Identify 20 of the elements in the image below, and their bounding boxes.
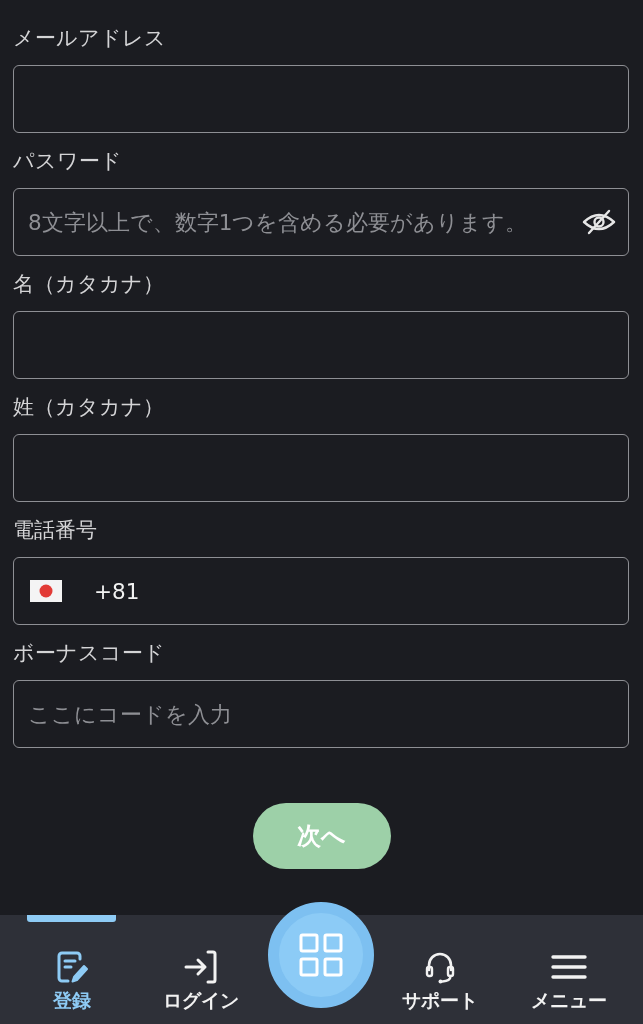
field-label: ボーナスコード	[13, 640, 165, 667]
field-label: パスワード	[13, 148, 122, 175]
email-field[interactable]	[13, 65, 629, 133]
register-tab[interactable]: 登録	[10, 915, 134, 1024]
input-field[interactable]: ここにコードを入力	[13, 680, 629, 748]
login-arrow-icon	[182, 949, 219, 985]
field-label: 姓（カタカナ）	[13, 394, 164, 421]
field-label: 名（カタカナ）	[13, 271, 164, 298]
grid-icon	[298, 933, 343, 977]
field-label: 電話番号	[13, 517, 97, 544]
input-field[interactable]	[13, 311, 629, 379]
menu-tab[interactable]: メニュー	[507, 915, 631, 1024]
field-label: メールアドレス	[13, 25, 166, 52]
eye-slash-icon[interactable]	[582, 209, 616, 235]
phone-field[interactable]: +81	[13, 557, 629, 625]
input-field[interactable]	[13, 434, 629, 502]
login-tab[interactable]: ログイン	[138, 915, 263, 1024]
flag-icon[interactable]	[30, 580, 62, 602]
support-tab[interactable]: サポート	[378, 915, 503, 1024]
password-field[interactable]: 8文字以上で、数字1つを含める必要があります。	[13, 188, 629, 256]
